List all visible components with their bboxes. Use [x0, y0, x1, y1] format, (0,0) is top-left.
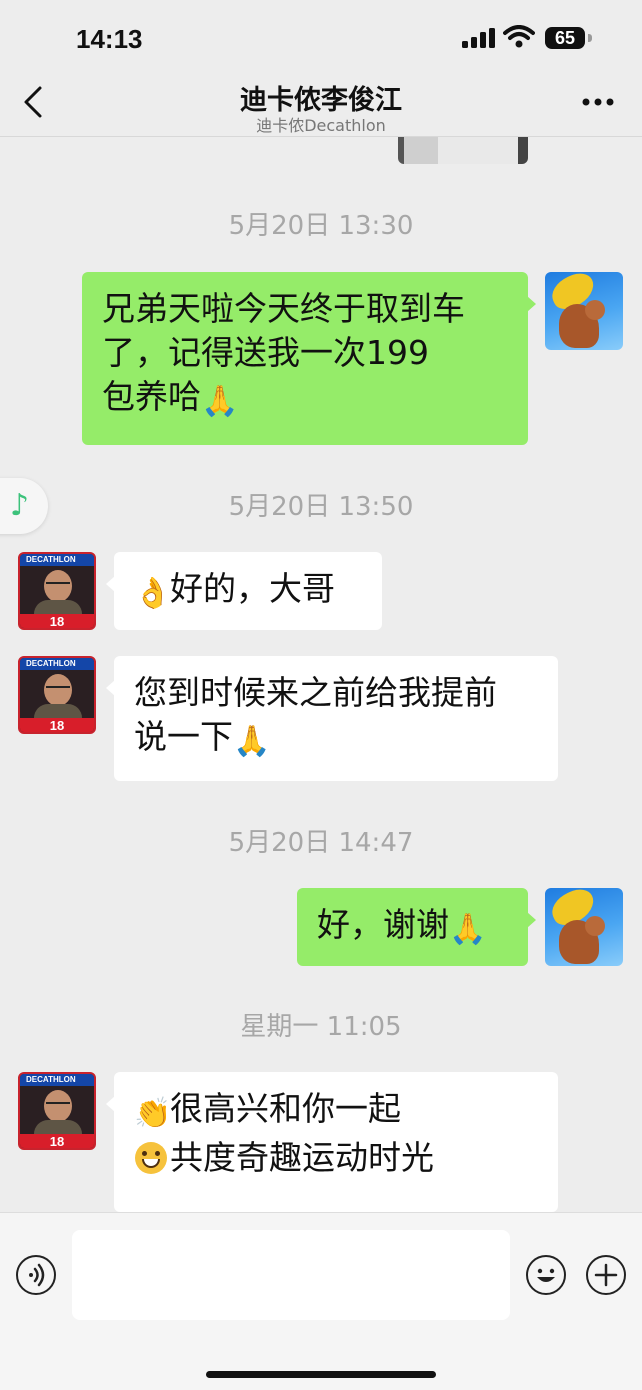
message-bubble-self[interactable]: 兄弟天啦今天终于取到车 了，记得送我一次199 包养哈🙏: [82, 272, 536, 445]
contact-avatar[interactable]: DECATHLON 18: [18, 656, 96, 734]
avatar-badge-number: 18: [20, 718, 94, 732]
message-line: 兄弟天啦今天终于取到车: [102, 289, 465, 328]
wifi-icon: [503, 25, 535, 48]
pray-emoji-icon: 🙏: [201, 384, 239, 419]
chat-header: 迪卡侬李俊江 迪卡侬Decathlon: [0, 70, 642, 137]
message-timestamp: 5月20日 13:50: [228, 492, 414, 522]
battery-level: 65: [545, 27, 585, 49]
chat-subtitle: 迪卡侬Decathlon: [256, 116, 386, 135]
message-text: 好的，大哥: [170, 569, 335, 608]
self-avatar[interactable]: [545, 888, 623, 966]
pray-emoji-icon: 🙏: [449, 912, 487, 947]
message-bubble-contact[interactable]: 👏很高兴和你一起 共度奇趣运动时光: [106, 1072, 558, 1212]
message-bubble-contact[interactable]: 👌好的，大哥: [106, 552, 382, 630]
status-time: 14:13: [76, 24, 143, 54]
message-timestamp: 5月20日 13:30: [228, 211, 414, 241]
battery-icon: 65: [545, 27, 595, 49]
self-avatar[interactable]: [545, 272, 623, 350]
emoji-button[interactable]: [526, 1255, 566, 1295]
grinning-face-emoji-icon: [135, 1142, 167, 1174]
voice-input-button[interactable]: [16, 1255, 56, 1295]
avatar-brand-label: DECATHLON: [20, 658, 94, 670]
avatar-brand-label: DECATHLON: [20, 554, 94, 566]
message-text: 好，谢谢: [317, 905, 449, 944]
status-bar: 14:13 65: [0, 0, 642, 70]
avatar-brand-label: DECATHLON: [20, 1074, 94, 1086]
message-line: 很高兴和你一起: [170, 1089, 401, 1128]
pray-emoji-icon: 🙏: [233, 724, 271, 759]
ok-hand-emoji-icon: 👌: [134, 576, 172, 611]
message-line: 共度奇趣运动时光: [170, 1138, 434, 1177]
message-bubble-self[interactable]: 好，谢谢🙏: [297, 888, 536, 966]
plus-button[interactable]: [586, 1255, 626, 1295]
message-line: 了，记得送我一次199: [102, 333, 429, 372]
avatar-badge-number: 18: [20, 1134, 94, 1148]
signal-icon: [462, 28, 495, 48]
clapping-hands-emoji-icon: 👏: [134, 1096, 172, 1131]
message-timestamp: 星期一 11:05: [240, 1012, 402, 1042]
contact-avatar[interactable]: DECATHLON 18: [18, 1072, 96, 1150]
message-input[interactable]: [72, 1230, 510, 1320]
contact-avatar[interactable]: DECATHLON 18: [18, 552, 96, 630]
message-timestamp: 5月20日 14:47: [228, 828, 414, 858]
more-options-button[interactable]: [574, 84, 622, 120]
message-bubble-contact[interactable]: 您到时候来之前给我提前 说一下🙏: [106, 656, 558, 781]
message-input-bar: [0, 1212, 642, 1390]
home-indicator[interactable]: [206, 1371, 436, 1378]
message-line: 您到时候来之前给我提前: [134, 673, 497, 712]
message-line: 说一下: [134, 717, 233, 756]
message-line: 包养哈: [102, 377, 201, 416]
avatar-badge-number: 18: [20, 614, 94, 628]
